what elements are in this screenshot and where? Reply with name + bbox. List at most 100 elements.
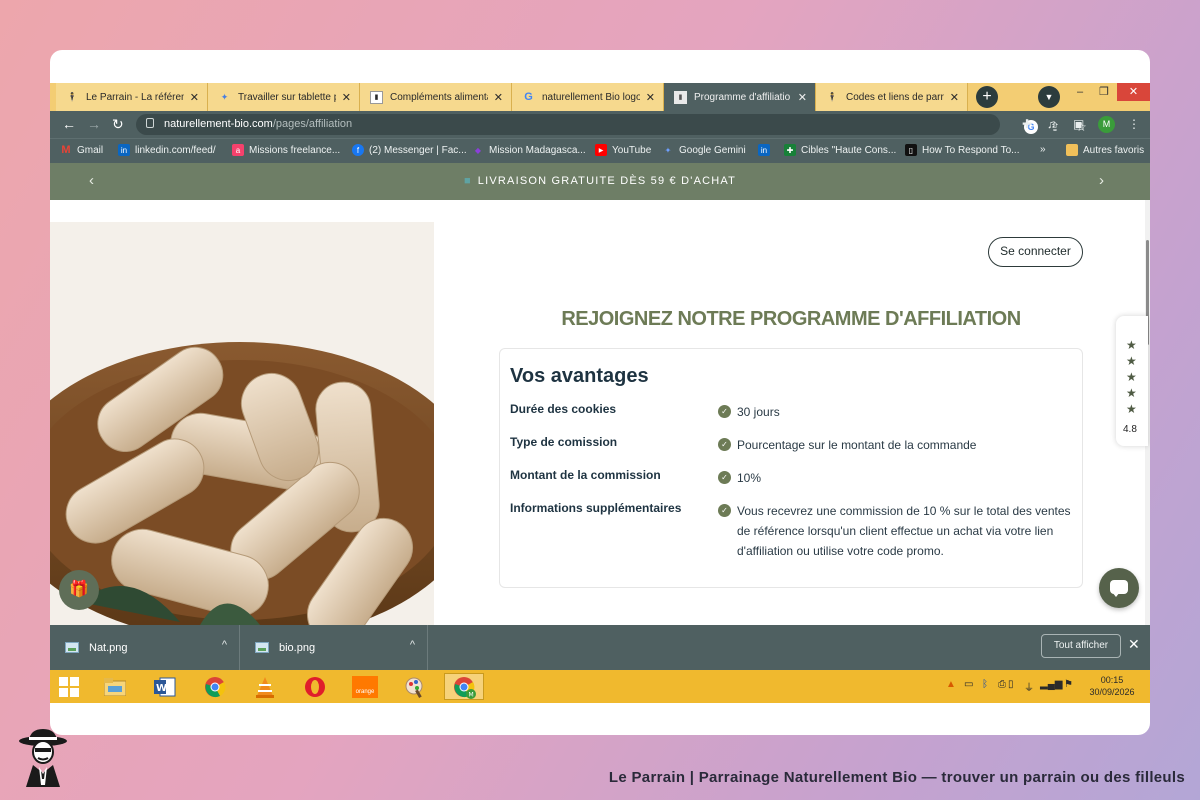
profile-avatar[interactable]: M [1098,116,1115,133]
url-text[interactable]: naturellement-bio.com/pages/affiliation [164,118,352,130]
gemini-icon: ✦ [220,91,229,102]
tab-programme-affiliation[interactable]: ▮ Programme d'affiliatio ✕ [664,83,816,111]
close-icon[interactable]: ✕ [342,91,351,104]
check-circle-icon: ✓ [718,438,731,451]
browser-toolbar: ← → ↻ naturellement-bio.com/pages/affili… [50,111,1150,138]
star-icon: ★ [1126,338,1137,352]
restore-icon[interactable]: ❐ [1092,83,1116,103]
bookmarks-overflow[interactable]: » [1040,144,1046,155]
benefit-row-commission-type: Type de comission ✓ Pourcentage sur le m… [510,435,1076,455]
chevron-right-icon[interactable]: › [1099,172,1104,189]
parrain-icon: 🕴 [826,91,839,102]
chat-button[interactable] [1099,568,1139,608]
minimize-icon[interactable]: – [1068,83,1092,103]
close-icon[interactable]: ✕ [950,91,959,104]
back-arrow-icon[interactable]: ← [62,115,76,133]
benefits-panel: Vos avantages Durée des cookies ✓ 30 jou… [499,348,1083,588]
benefit-label: Durée des cookies [510,402,617,416]
bookmark-other-folder[interactable]: Autres favoris [1066,144,1144,156]
paint-icon[interactable] [400,673,430,700]
sheets-icon: ✚ [784,144,796,156]
page-icon: ▯ [905,144,917,156]
avast-icon[interactable]: ▲ [946,679,956,690]
close-window-button[interactable]: ✕ [1117,83,1150,101]
delivery-truck-icon: ■ [463,175,472,187]
close-icon[interactable]: ✕ [1128,636,1140,653]
bookmark-google-gemini[interactable]: ✦ Google Gemini [662,144,746,156]
bookmark-how-to-respond[interactable]: ▯ How To Respond To... [905,144,1019,156]
benefit-value: 30 jours [737,405,780,419]
forward-arrow-icon[interactable]: → [87,115,101,133]
rating-value: 4.8 [1123,424,1137,435]
display-icon[interactable]: ▭ [964,679,973,690]
malt-icon: a [232,144,244,156]
file-explorer-icon[interactable] [100,673,130,700]
benefit-label: Type de comission [510,435,618,449]
opera-icon[interactable] [300,673,330,700]
word-icon[interactable]: W [150,673,180,700]
bookmark-gmail[interactable]: M Gmail [60,144,103,156]
star-icon: ★ [1126,386,1137,400]
youtube-icon: ▶ [595,144,607,156]
lock-icon [146,118,154,128]
svg-text:W: W [156,683,167,694]
bookmarks-bar: M Gmail in linkedin.com/feed/ a Missions fr… [50,138,1150,163]
close-icon[interactable]: ✕ [190,91,199,104]
address-bar[interactable]: naturellement-bio.com/pages/affiliation … [136,114,1087,135]
new-tab-button[interactable]: + [976,86,998,108]
bookmark-linkedin[interactable]: in linkedin.com/feed/ [118,144,216,156]
side-panel-icon[interactable]: ▣ [1073,115,1084,133]
close-icon[interactable]: ✕ [646,91,655,104]
chrome-active-icon[interactable]: M [444,673,484,700]
chevron-up-icon[interactable]: ^ [410,639,415,651]
folder-icon [1066,144,1078,156]
tab-codes-liens[interactable]: 🕴 Codes et liens de parrai ✕ [816,83,968,111]
benefit-value: Pourcentage sur le montant de la command… [737,438,977,452]
page-caption: Le Parrain | Parrainage Naturellement Bi… [608,769,1185,786]
tab-complements[interactable]: ▮ Compléments alimenta ✕ [360,83,512,111]
parrain-icon: 🕴 [66,91,79,102]
orange-app-icon[interactable]: orange [348,673,382,700]
system-clock[interactable]: 00:15 30/09/2026 [1086,674,1138,698]
close-icon[interactable]: ✕ [494,91,503,104]
close-icon[interactable]: ✕ [798,91,807,104]
download-item[interactable]: bio.png ^ [240,625,428,670]
download-item[interactable]: Nat.png ^ [50,625,240,670]
chevron-up-icon[interactable]: ^ [222,639,227,651]
signal-icon[interactable]: ▂▄▆ [1040,679,1062,690]
tab-travailler-tablette[interactable]: ✦ Travailler sur tablette pr ✕ [208,83,360,111]
svg-text:M: M [469,691,474,698]
tab-le-parrain[interactable]: 🕴 Le Parrain - La référence ✕ [56,83,208,111]
printer-icon[interactable]: ⎙ [998,679,1006,690]
bookmark-messenger[interactable]: f (2) Messenger | Fac... [352,144,467,156]
login-button[interactable]: Se connecter [988,237,1083,267]
benefit-value: 10% [737,471,762,485]
bookmark-youtube[interactable]: ▶ YouTube [595,144,651,156]
chrome-icon[interactable] [200,673,230,700]
show-all-downloads-button[interactable]: Tout afficher [1041,634,1121,658]
media-control-icon[interactable]: ♫ [1047,115,1056,133]
bookmark-missions-freelance[interactable]: a Missions freelance... [232,144,340,156]
bookmark-mission-madagascar[interactable]: ◆ Mission Madagasca... [472,144,586,156]
gift-icon[interactable]: 🎁 [59,570,99,610]
battery-icon[interactable]: ▯ [1008,679,1014,690]
reload-icon[interactable]: ↻ [112,115,124,133]
google-icon: G [524,91,533,103]
vlc-icon[interactable] [250,673,280,700]
tab-naturellement-logo[interactable]: G naturellement Bio logo ✕ [512,83,664,111]
le-parrain-logo [16,727,70,787]
usb-icon[interactable]: ⏚ [1024,679,1034,694]
menu-dots-icon[interactable]: ⋮ [1128,115,1140,133]
extensions-icon[interactable]: ✚ [1022,115,1032,133]
page-title: REJOIGNEZ NOTRE PROGRAMME D'AFFILIATION [561,308,1021,330]
reviews-widget[interactable]: ★ ★ ★ ★ ★ 4.8 [1116,316,1148,446]
bluetooth-icon[interactable]: ᛒ [982,679,988,690]
gmail-icon: M [61,144,71,156]
check-circle-icon: ✓ [718,405,731,418]
windows-start-icon[interactable] [54,673,84,700]
image-file-icon [255,642,269,653]
bookmark-cibles[interactable]: ✚ Cibles "Haute Cons... [784,144,896,156]
chevron-down-icon[interactable]: ▼ [1038,86,1060,108]
flag-icon[interactable]: ⚑ [1064,679,1073,690]
bookmark-linkedin-2[interactable]: in [758,144,775,156]
